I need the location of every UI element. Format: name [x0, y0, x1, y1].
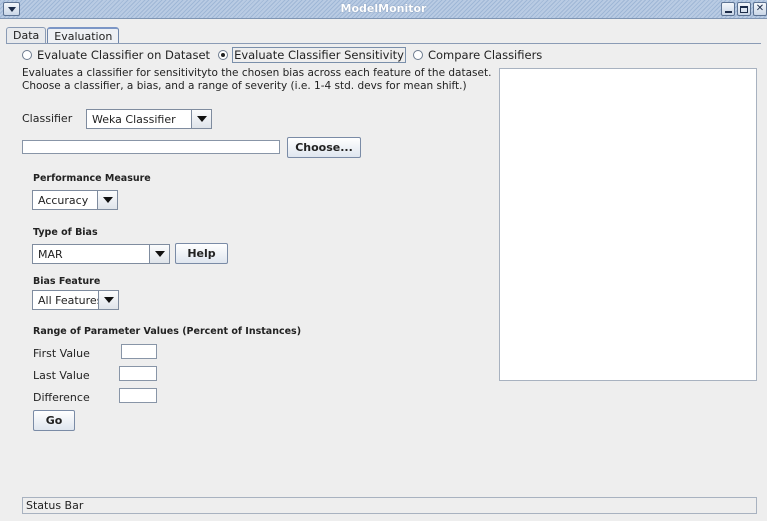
last-value-field[interactable]: [119, 366, 157, 381]
tab-bar: Data Evaluation: [6, 27, 120, 43]
title-bar: ModelMonitor ✕: [0, 0, 767, 19]
dropdown-arrow[interactable]: [97, 191, 117, 209]
chevron-down-icon: [196, 116, 207, 122]
radio-unselected-icon: [412, 50, 423, 60]
bias-type-label: Type of Bias: [33, 227, 98, 238]
dropdown-arrow[interactable]: [98, 291, 118, 309]
minimize-button[interactable]: [721, 2, 735, 16]
classifier-select-value: Weka Classifier: [92, 112, 176, 126]
description-text: Evaluates a classifier for sensitivityto…: [22, 67, 492, 92]
classifier-label: Classifier: [22, 112, 73, 125]
mode-radio-group: Evaluate Classifier on Dataset Evaluate …: [22, 47, 550, 63]
radio-unselected-icon: [22, 50, 32, 60]
radio-evaluate-sensitivity[interactable]: Evaluate Classifier Sensitivity: [218, 47, 406, 63]
maximize-button[interactable]: [737, 2, 751, 16]
help-button[interactable]: Help: [175, 243, 228, 264]
bias-type-value: MAR: [38, 247, 63, 261]
bias-feature-select[interactable]: All Features: [32, 290, 119, 310]
first-value-label: First Value: [33, 347, 90, 360]
radio-label: Evaluate Classifier Sensitivity: [232, 47, 406, 63]
performance-measure-value: Accuracy: [38, 193, 89, 207]
classifier-path-field[interactable]: [22, 140, 280, 154]
radio-label: Compare Classifiers: [427, 48, 543, 62]
radio-compare-classifiers[interactable]: Compare Classifiers: [412, 48, 543, 62]
tab-data[interactable]: Data: [6, 27, 47, 43]
bias-feature-label: Bias Feature: [33, 276, 101, 287]
go-button[interactable]: Go: [33, 410, 75, 431]
chevron-down-icon: [102, 197, 113, 203]
radio-label: Evaluate Classifier on Dataset: [37, 48, 211, 62]
dropdown-arrow[interactable]: [149, 245, 169, 263]
bias-feature-value: All Features: [38, 293, 98, 307]
dropdown-arrow[interactable]: [191, 110, 211, 128]
classifier-select[interactable]: Weka Classifier: [86, 109, 212, 129]
tab-evaluation[interactable]: Evaluation: [47, 27, 120, 43]
chevron-down-icon: [154, 251, 165, 257]
radio-evaluate-dataset[interactable]: Evaluate Classifier on Dataset: [22, 48, 210, 62]
first-value-field[interactable]: [121, 344, 157, 359]
status-bar: Status Bar: [22, 497, 757, 514]
close-button[interactable]: ✕: [753, 2, 767, 16]
radio-selected-icon: [218, 50, 229, 60]
difference-label: Difference: [33, 391, 90, 404]
bias-type-select[interactable]: MAR: [32, 244, 170, 264]
last-value-label: Last Value: [33, 369, 90, 382]
difference-field[interactable]: [119, 388, 157, 403]
performance-measure-label: Performance Measure: [33, 173, 151, 184]
tab-divider: [6, 43, 761, 44]
maximize-icon: [740, 5, 748, 13]
performance-measure-select[interactable]: Accuracy: [32, 190, 118, 210]
choose-button[interactable]: Choose...: [287, 137, 361, 158]
close-icon: ✕: [755, 3, 765, 14]
minimize-icon: [724, 10, 732, 13]
window-title: ModelMonitor: [340, 2, 427, 15]
results-panel: [499, 68, 757, 381]
chevron-down-icon: [103, 297, 114, 303]
range-label: Range of Parameter Values (Percent of In…: [33, 326, 302, 337]
